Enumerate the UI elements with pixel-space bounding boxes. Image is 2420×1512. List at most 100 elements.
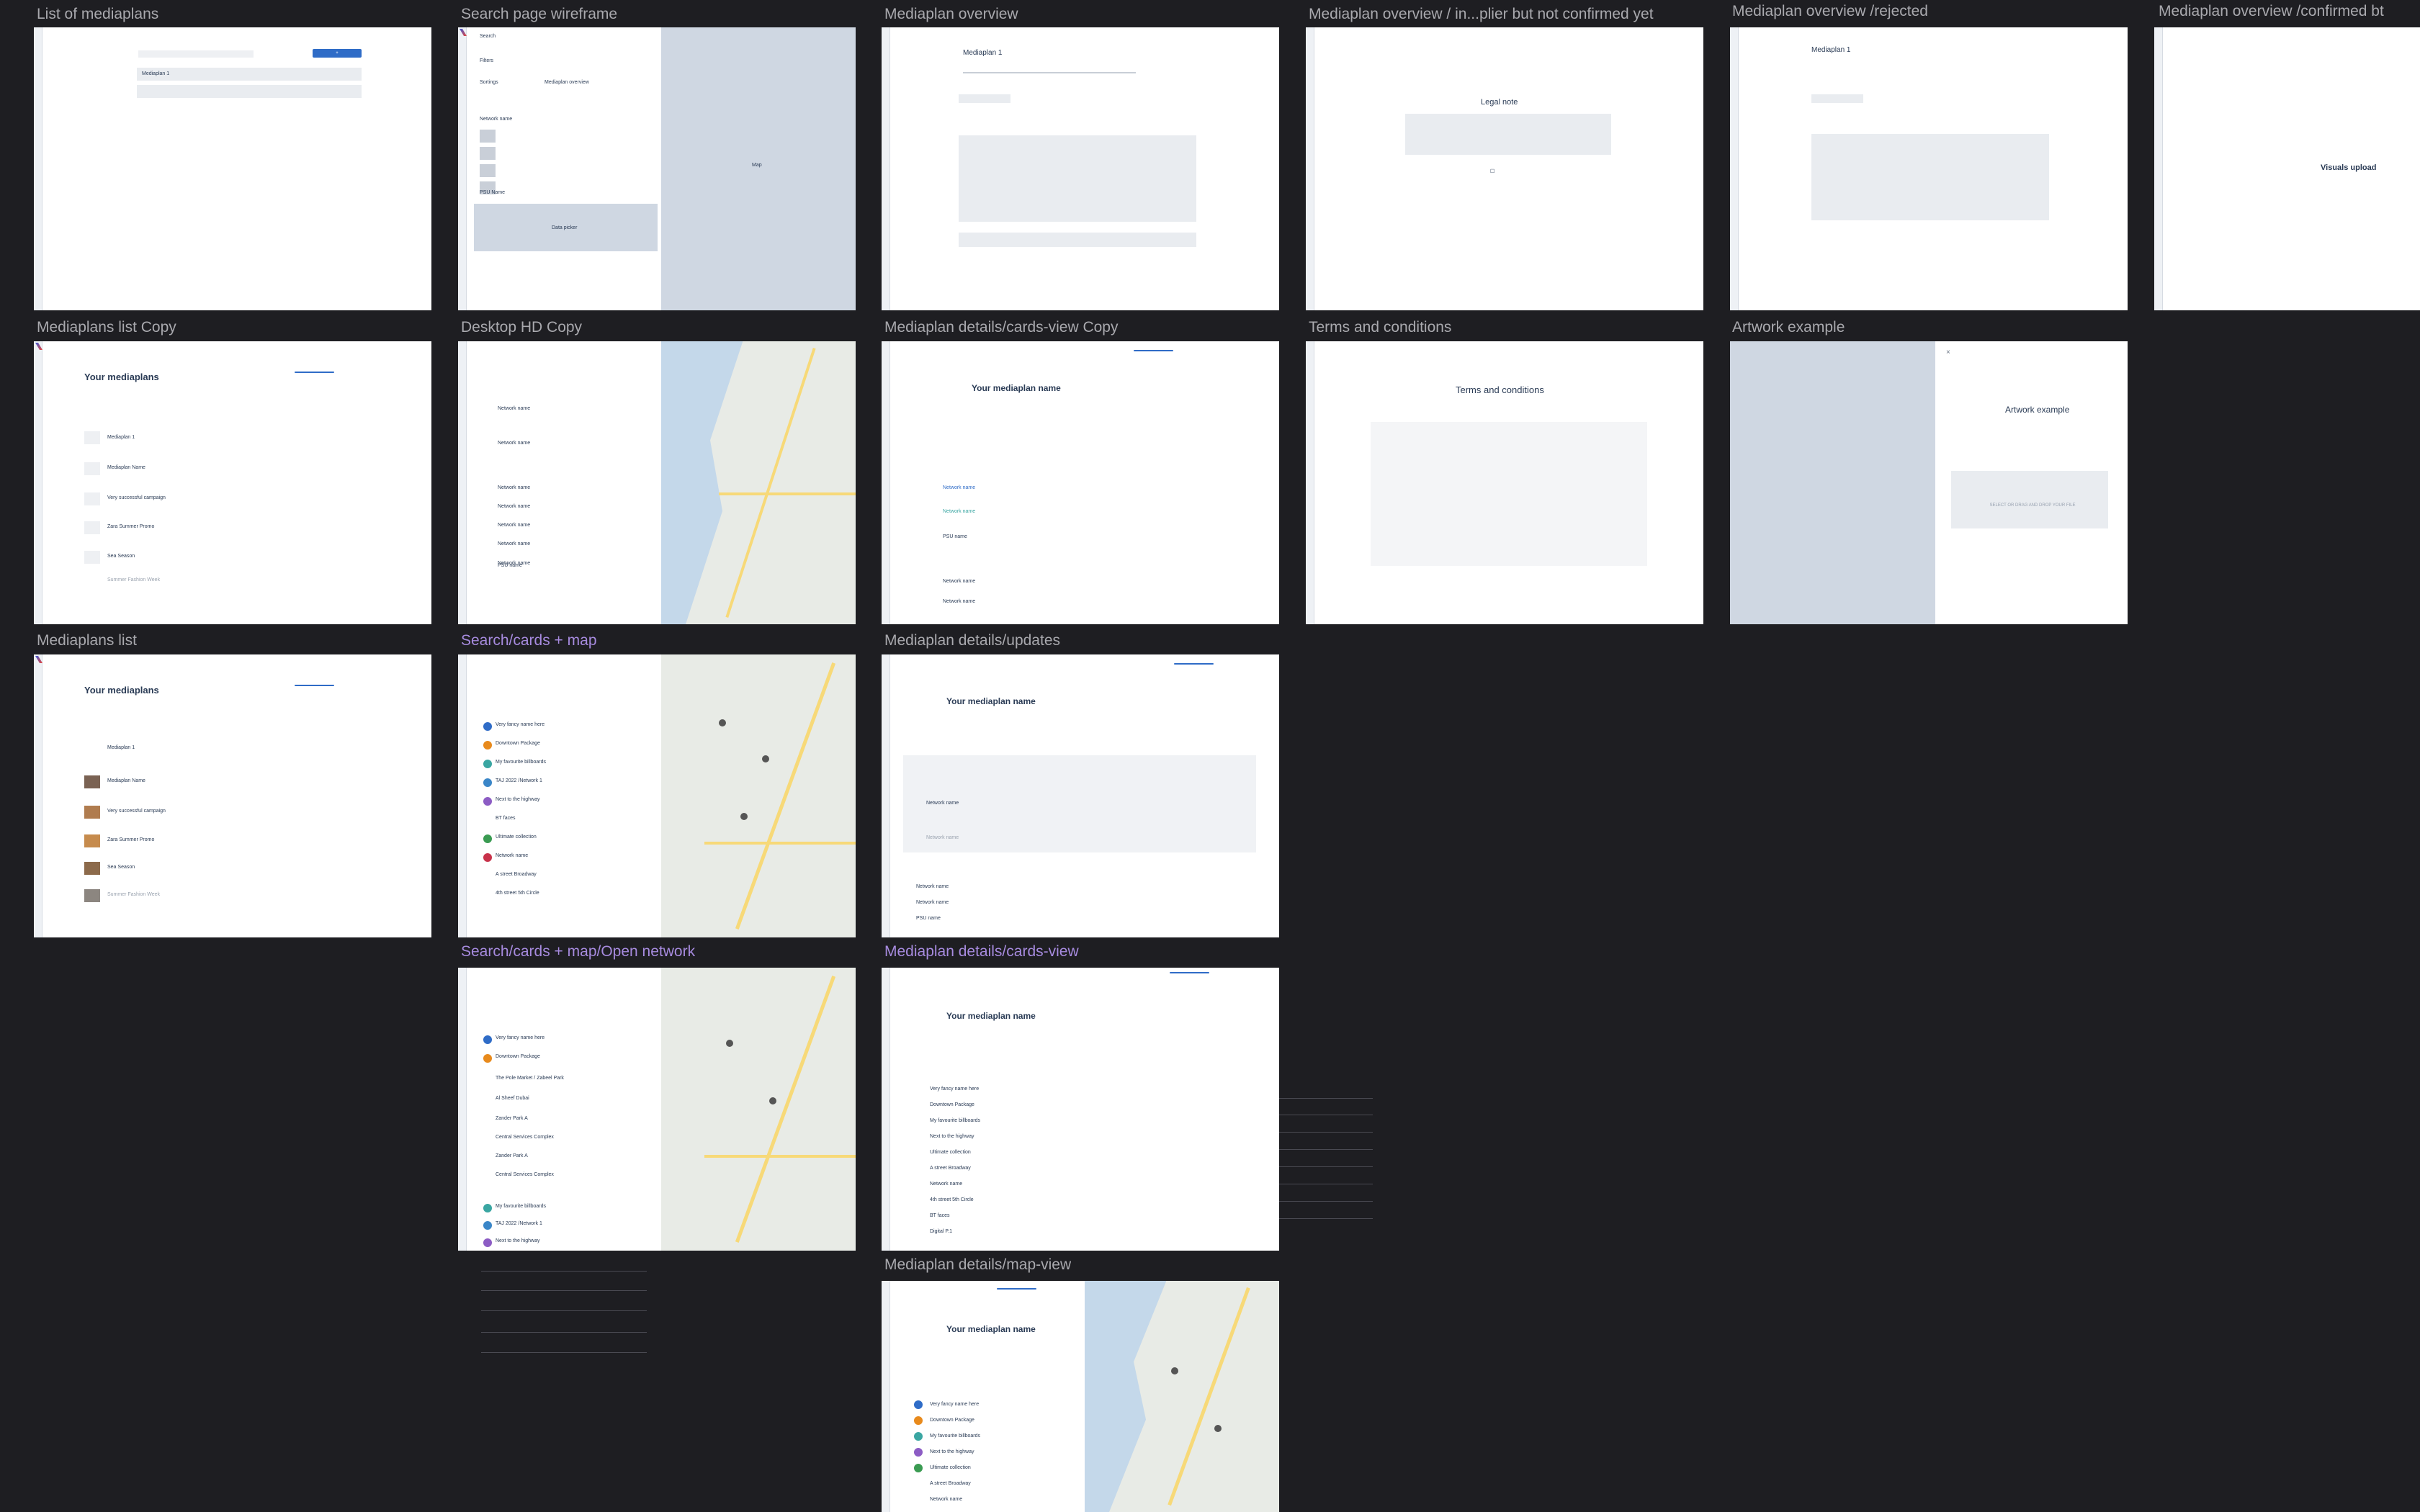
network-name[interactable]: TAJ 2022 /Network 1 xyxy=(496,778,542,783)
network-name[interactable]: My favourite billboards xyxy=(496,1204,546,1209)
network-name[interactable]: Very fancy name here xyxy=(496,722,544,727)
frame-visuals-upload[interactable]: Visuals upload xyxy=(2154,27,2420,310)
location-name[interactable]: Zander Park A xyxy=(496,1116,528,1121)
network-name[interactable]: Very fancy name here xyxy=(496,1035,544,1040)
accept-checkbox[interactable]: ☐ xyxy=(1490,168,1494,174)
row-name[interactable]: Downtown Package xyxy=(930,1102,974,1107)
network-name[interactable]: Next to the highway xyxy=(496,1238,539,1243)
network-name[interactable]: Network name xyxy=(498,504,530,509)
mediaplan-name[interactable]: Mediaplan 1 xyxy=(107,435,135,440)
mediaplan-name[interactable]: Zara Summer Promo xyxy=(107,524,154,529)
mediaplan-name[interactable]: Very successful campaign xyxy=(107,809,166,814)
network-name[interactable]: Network name xyxy=(498,523,530,528)
map-pin-icon[interactable] xyxy=(1171,1367,1178,1374)
row-name[interactable]: Very fancy name here xyxy=(930,1086,979,1092)
create-mediaplan-button[interactable]: + xyxy=(313,49,362,58)
network-name[interactable]: Downtown Package xyxy=(496,741,540,746)
mediaplan-name[interactable]: Summer Fashion Week xyxy=(107,892,160,897)
frame-mediaplans-list[interactable]: Your mediaplans Mediaplan 1 Mediaplan Na… xyxy=(34,654,431,937)
mediaplan-name[interactable]: Zara Summer Promo xyxy=(107,837,154,842)
frame-rejected[interactable]: Mediaplan 1 xyxy=(1730,27,2128,310)
network-name[interactable]: A street Broadway xyxy=(496,872,537,877)
network-name[interactable]: Network name xyxy=(498,541,530,546)
mediaplan-row[interactable] xyxy=(137,85,362,98)
frame-artwork-example[interactable]: × Artwork example SELECT OR DRAG AND DRO… xyxy=(1730,341,2128,624)
row-name[interactable]: My favourite billboards xyxy=(930,1118,980,1123)
network-name[interactable]: Network name xyxy=(496,853,528,858)
frame-mediaplan-overview[interactable]: Mediaplan 1 xyxy=(882,27,1279,310)
search-field[interactable] xyxy=(1811,94,1863,103)
row-name[interactable]: A street Broadway xyxy=(930,1481,971,1486)
network-name[interactable]: Network name xyxy=(943,599,975,604)
map-pin-icon[interactable] xyxy=(719,719,726,726)
row-name[interactable]: A street Broadway xyxy=(930,1166,971,1171)
frame-search-wireframe[interactable]: Search Filters Sortings Mediaplan overvi… xyxy=(458,27,856,310)
location-name[interactable]: Central Services Complex xyxy=(496,1135,554,1140)
map[interactable] xyxy=(661,341,856,624)
row-name[interactable]: Downtown Package xyxy=(930,1418,974,1423)
mediaplan-name[interactable]: Summer Fashion Week xyxy=(107,577,160,582)
mediaplan-name[interactable]: Mediaplan 1 xyxy=(107,745,135,750)
network-name[interactable]: 4th street 5th Circle xyxy=(496,891,539,896)
mediaplan-name[interactable]: Mediaplan Name xyxy=(107,778,145,783)
mediaplan-name[interactable]: Sea Season xyxy=(107,865,135,870)
map[interactable] xyxy=(661,968,856,1251)
map-pin-icon[interactable] xyxy=(1214,1425,1222,1432)
frame-details-updates[interactable]: Your mediaplan name Network name Network… xyxy=(882,654,1279,937)
frame-terms[interactable]: Terms and conditions xyxy=(1306,341,1703,624)
secondary-button[interactable] xyxy=(1134,350,1173,351)
row-name[interactable]: Ultimate collection xyxy=(930,1150,971,1155)
secondary-button[interactable] xyxy=(295,372,334,373)
psu-name[interactable]: PSU name xyxy=(916,916,941,921)
network-name[interactable]: Network name xyxy=(498,441,530,446)
mediaplan-name[interactable]: Sea Season xyxy=(107,554,135,559)
frame-search-open-network[interactable]: Very fancy name here Downtown Package Th… xyxy=(458,968,856,1251)
network-name[interactable]: Network name xyxy=(943,485,975,490)
search-field[interactable] xyxy=(959,94,1010,103)
row-name[interactable]: Network name xyxy=(930,1182,962,1187)
location-name[interactable]: The Pole Market / Zabeel Park xyxy=(496,1076,564,1081)
row-name[interactable]: My favourite billboards xyxy=(930,1434,980,1439)
secondary-button[interactable] xyxy=(295,685,334,686)
frame-search-cards-map[interactable]: Very fancy name here Downtown Package My… xyxy=(458,654,856,937)
network-name[interactable]: Network name xyxy=(943,509,975,514)
mediaplan-name[interactable]: Mediaplan Name xyxy=(107,465,145,470)
network-name[interactable]: Downtown Package xyxy=(496,1054,540,1059)
network-name[interactable]: Network name xyxy=(926,835,959,840)
map-pin-icon[interactable] xyxy=(740,813,748,820)
row-name[interactable]: Digital P.1 xyxy=(930,1229,952,1234)
row-name[interactable]: Next to the highway xyxy=(930,1134,974,1139)
network-name[interactable]: Next to the highway xyxy=(496,797,539,802)
psu-name[interactable]: PSU name xyxy=(943,534,967,539)
secondary-button[interactable] xyxy=(997,1288,1036,1290)
frame-details-cards-copy[interactable]: Your mediaplan name Network name Network… xyxy=(882,341,1279,624)
frame-legal-note[interactable]: Legal note ☐ xyxy=(1306,27,1703,310)
map[interactable] xyxy=(1085,1281,1279,1512)
map[interactable] xyxy=(661,654,856,937)
secondary-button[interactable] xyxy=(1174,663,1214,665)
row-name[interactable]: Ultimate collection xyxy=(930,1465,971,1470)
secondary-button[interactable] xyxy=(1170,972,1209,973)
close-icon[interactable]: × xyxy=(1946,348,1950,356)
psu-name[interactable]: PSU name xyxy=(498,563,522,568)
search-field[interactable] xyxy=(138,50,254,58)
frame-mediaplans-list-copy[interactable]: Your mediaplans Mediaplan 1 Mediaplan Na… xyxy=(34,341,431,624)
mediaplan-row[interactable] xyxy=(137,68,362,81)
map-pin-icon[interactable] xyxy=(762,755,769,762)
mediaplan-name[interactable]: Very successful campaign xyxy=(107,495,166,500)
location-name[interactable]: Al Sheef Dubai xyxy=(496,1096,529,1101)
map-pin-icon[interactable] xyxy=(769,1097,776,1104)
network-name[interactable]: My favourite billboards xyxy=(496,760,546,765)
frame-details-cards-view[interactable]: Your mediaplan name Very fancy name here… xyxy=(882,968,1279,1251)
network-name[interactable]: BT faces xyxy=(496,816,516,821)
network-name[interactable]: Network name xyxy=(943,579,975,584)
network-name[interactable]: Network name xyxy=(916,884,949,889)
row-name[interactable]: Very fancy name here xyxy=(930,1402,979,1407)
map-pin-icon[interactable] xyxy=(726,1040,733,1047)
row-name[interactable]: 4th street 5th Circle xyxy=(930,1197,974,1202)
network-name[interactable]: Network name xyxy=(926,801,959,806)
network-name[interactable]: Network name xyxy=(498,485,530,490)
location-name[interactable]: Central Services Complex xyxy=(496,1172,554,1177)
file-dropzone[interactable] xyxy=(1951,471,2108,528)
network-name[interactable]: TAJ 2022 /Network 1 xyxy=(496,1221,542,1226)
